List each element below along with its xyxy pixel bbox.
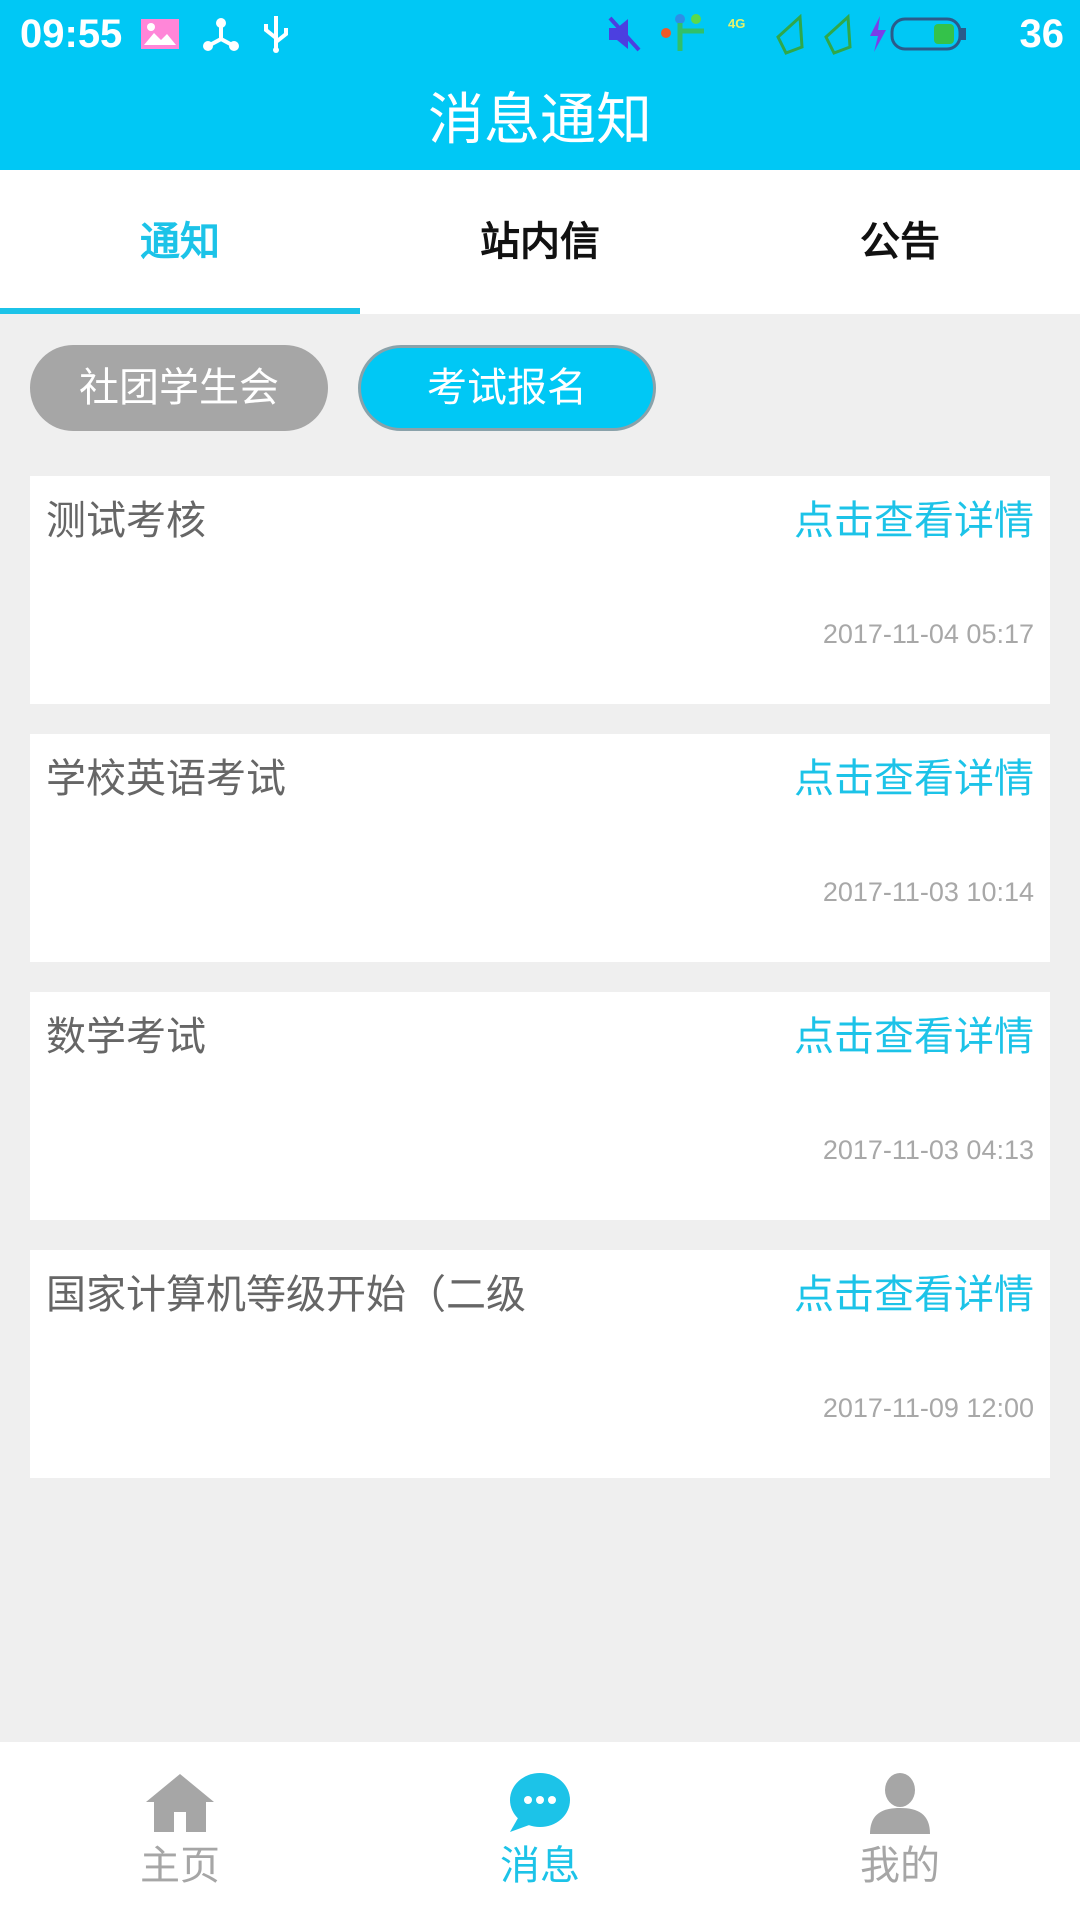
share-notification-icon: [203, 18, 239, 51]
view-details-link[interactable]: 点击查看详情: [794, 1268, 1034, 1322]
message-title: 国家计算机等级开始（二级: [46, 1272, 526, 1318]
signal-strength-icon-1: [776, 13, 804, 55]
gallery-notification-icon: [141, 19, 179, 49]
user-icon: [870, 1773, 930, 1834]
tab-label: 站内信: [480, 219, 600, 265]
status-bar: 09:55 4G 36: [0, 0, 1080, 68]
view-details-link[interactable]: 点击查看详情: [794, 494, 1034, 548]
message-card[interactable]: 数学考试 点击查看详情 2017-11-03 04:13: [30, 992, 1050, 1220]
signal-4g-icon: 4G: [728, 16, 745, 31]
home-icon: [146, 1774, 214, 1832]
nav-item-profile[interactable]: 我的: [720, 1742, 1080, 1920]
status-right-icons: 4G: [606, 12, 968, 56]
app-notification-icon: [661, 14, 704, 51]
message-timestamp: 2017-11-03 10:14: [822, 877, 1034, 907]
status-left-icons: [140, 14, 290, 54]
message-card[interactable]: 测试考核 点击查看详情 2017-11-04 05:17: [30, 476, 1050, 704]
usb-icon: [264, 16, 288, 53]
nav-item-home[interactable]: 主页: [0, 1742, 360, 1920]
filter-chip-student-union[interactable]: 社团学生会: [30, 345, 328, 431]
category-filters: 社团学生会 考试报名: [30, 345, 656, 431]
message-card[interactable]: 国家计算机等级开始（二级 点击查看详情 2017-11-09 12:00: [30, 1250, 1050, 1478]
signal-strength-icon-2: [824, 13, 852, 55]
tab-label: 公告: [860, 219, 940, 265]
filter-chip-exam-registration[interactable]: 考试报名: [358, 345, 656, 431]
battery-level: 36: [1019, 12, 1065, 56]
tab-notifications[interactable]: 通知: [0, 170, 360, 314]
mute-icon: [608, 16, 641, 52]
message-timestamp: 2017-11-04 05:17: [822, 619, 1034, 649]
message-title: 测试考核: [46, 498, 206, 544]
message-timestamp: 2017-11-09 12:00: [822, 1393, 1034, 1423]
message-title: 数学考试: [46, 1014, 206, 1060]
nav-item-messages[interactable]: 消息: [360, 1742, 720, 1920]
bottom-navigation: 主页 消息 我的: [0, 1742, 1080, 1920]
page-title: 消息通知: [428, 88, 652, 153]
status-time: 09:55: [20, 12, 123, 56]
view-details-link[interactable]: 点击查看详情: [794, 1010, 1034, 1064]
tab-announcements[interactable]: 公告: [720, 170, 1080, 314]
app-header: 09:55 4G 36 消息通知: [0, 0, 1080, 170]
tab-label: 通知: [140, 219, 220, 265]
tab-bar: 通知 站内信 公告: [0, 170, 1080, 314]
view-details-link[interactable]: 点击查看详情: [794, 752, 1034, 806]
nav-label: 消息: [500, 1843, 580, 1889]
message-card[interactable]: 学校英语考试 点击查看详情 2017-11-03 10:14: [30, 734, 1050, 962]
tab-site-messages[interactable]: 站内信: [360, 170, 720, 314]
network-label: 4G: [728, 16, 745, 31]
nav-label: 主页: [140, 1843, 220, 1889]
message-timestamp: 2017-11-03 04:13: [822, 1135, 1034, 1165]
chat-bubble-icon: [510, 1773, 570, 1832]
nav-label: 我的: [860, 1843, 940, 1889]
battery-charging-icon: [870, 16, 966, 52]
message-title: 学校英语考试: [46, 756, 286, 802]
